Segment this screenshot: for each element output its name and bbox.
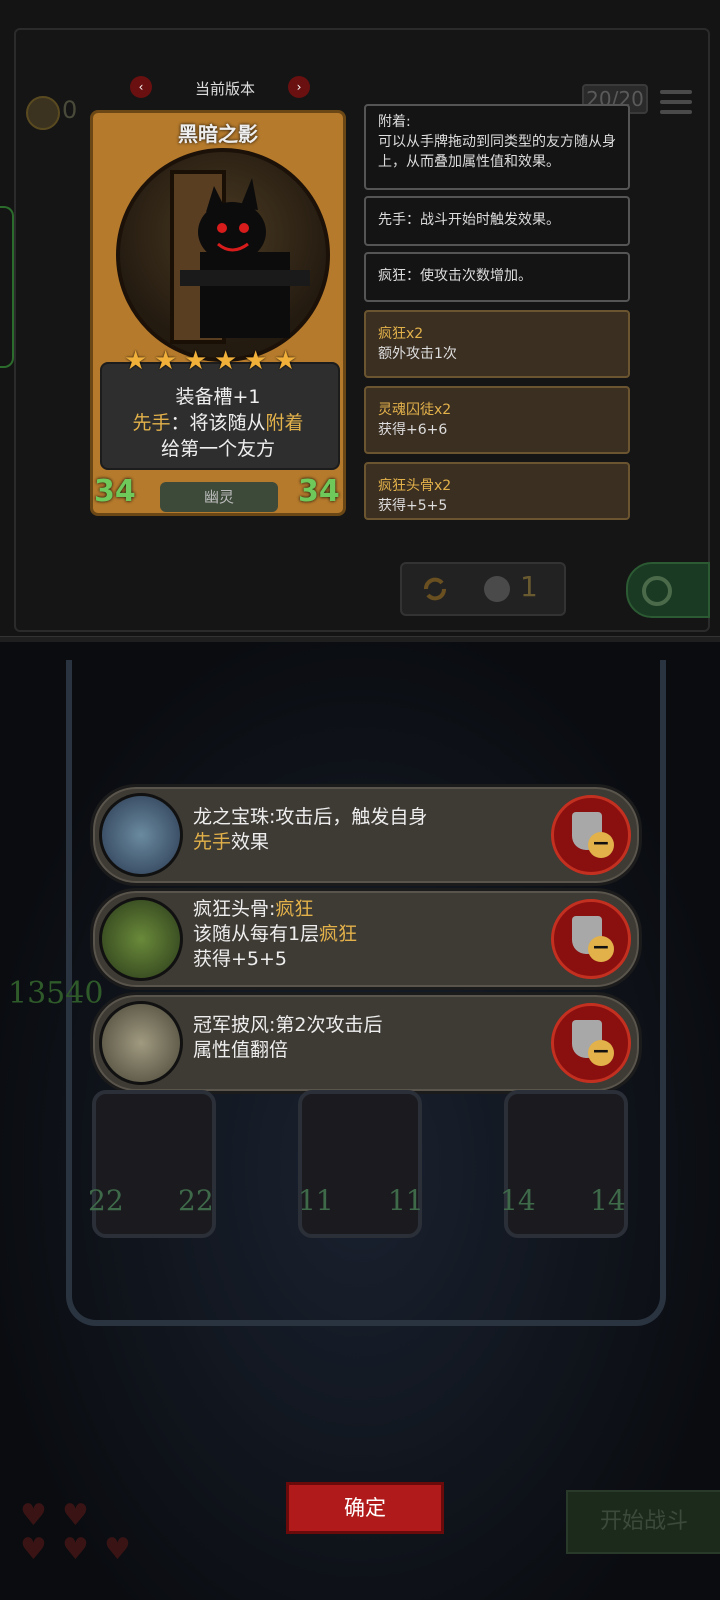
refresh-icon	[424, 577, 446, 601]
powerup-text: 疯狂头骨:疯狂 该随从每有1层疯狂 获得+5+5	[193, 897, 357, 972]
reroll-cost: 1	[520, 570, 538, 603]
info-box-first-strike: 先手：战斗开始时触发效果。	[364, 196, 630, 246]
frenzy-skull-icon	[99, 897, 183, 981]
powerup-line: 冠军披风:第2次攻击后	[193, 1014, 383, 1036]
info-body: 疯狂：使攻击次数增加。	[378, 268, 532, 284]
start-battle-button[interactable]: 开始战斗	[566, 1490, 720, 1554]
reroll-button[interactable]	[400, 562, 566, 616]
card-tribe: 幽灵	[160, 482, 278, 512]
powerup-line: 获得+5+5	[193, 948, 288, 970]
unit-attack: 22	[88, 1184, 124, 1217]
version-title: 当前版本	[194, 80, 255, 98]
keyword-attach: 附着	[265, 412, 304, 434]
search-icon	[642, 576, 672, 606]
heart-icon: ♥	[20, 1532, 47, 1567]
powerup-frenzy-skull[interactable]: 疯狂头骨:疯狂 该随从每有1层疯狂 获得+5+5 −	[90, 888, 642, 990]
buff-body: 获得+6+6	[378, 422, 448, 438]
unit-health: 14	[590, 1184, 626, 1217]
shadow-creature-icon	[170, 170, 310, 344]
remove-button[interactable]: −	[551, 795, 631, 875]
dragon-orb-icon	[99, 793, 183, 877]
heart-icon: ♥	[62, 1532, 89, 1567]
search-button[interactable]	[626, 562, 710, 618]
remove-button[interactable]: −	[551, 1003, 631, 1083]
coin-icon	[484, 576, 510, 602]
card-health: 34	[298, 474, 340, 509]
powerup-line: 龙之宝珠:攻击后，触发自身	[193, 806, 428, 828]
keyword-first-strike: 先手	[132, 412, 171, 434]
next-version-button[interactable]: ›	[288, 76, 310, 98]
coin-icon	[26, 96, 60, 130]
keyword-frenzy: 疯狂	[319, 923, 358, 945]
buff-body: 额外攻击1次	[378, 346, 457, 362]
side-tab[interactable]	[0, 206, 14, 368]
buff-frenzy-skull: 疯狂头骨x2 获得+5+5	[364, 462, 630, 520]
card-description: 装备槽+1 先手：将该随从附着 给第一个友方	[100, 384, 336, 462]
buff-frenzy: 疯狂x2 额外攻击1次	[364, 310, 630, 378]
star-rating: ★ ★ ★ ★ ★ ★	[124, 346, 314, 376]
star-icon: ★	[274, 346, 298, 376]
heart-icon: ♥	[20, 1498, 47, 1533]
powerup-line: 该随从每有1层	[193, 923, 320, 945]
card-desc-line: 给第一个友方	[160, 438, 275, 460]
prev-version-button[interactable]: ‹	[130, 76, 152, 98]
keyword-frenzy: 疯狂	[275, 898, 314, 920]
remove-button[interactable]: −	[551, 899, 631, 979]
star-icon: ★	[184, 346, 208, 376]
buff-title: 灵魂囚徒x2	[378, 402, 452, 418]
score-text: 13540	[8, 976, 104, 1011]
minus-icon: −	[588, 1040, 614, 1066]
info-body: 可以从手牌拖动到同类型的友方随从身上，从而叠加属性值和效果。	[378, 134, 616, 170]
buff-title: 疯狂头骨x2	[378, 478, 452, 494]
powerup-line: 属性值翻倍	[193, 1039, 289, 1061]
info-box-frenzy: 疯狂：使攻击次数增加。	[364, 252, 630, 302]
info-body: 先手：战斗开始时触发效果。	[378, 212, 560, 228]
heart-icon: ♥	[62, 1498, 89, 1533]
minus-icon: −	[588, 936, 614, 962]
powerup-line: 疯狂头骨:	[193, 898, 276, 920]
keyword-first-strike: 先手	[193, 831, 232, 853]
card-desc-text: ：将该随从	[170, 412, 266, 434]
coin-count: 0	[62, 96, 78, 124]
unit-attack: 14	[500, 1184, 536, 1217]
card-desc-line: 装备槽+1	[175, 386, 261, 408]
card-attack: 34	[94, 474, 136, 509]
info-title: 附着:	[378, 114, 411, 130]
card-name: 黑暗之影	[178, 122, 258, 146]
unit-health: 11	[388, 1184, 424, 1217]
powerup-line: 效果	[231, 831, 270, 853]
buff-title: 疯狂x2	[378, 326, 424, 342]
star-icon: ★	[154, 346, 178, 376]
buff-body: 获得+5+5	[378, 498, 448, 514]
star-icon: ★	[214, 346, 238, 376]
heart-icon: ♥	[104, 1532, 131, 1567]
powerup-dragon-orb[interactable]: 龙之宝珠:攻击后，触发自身 先手效果 −	[90, 784, 642, 886]
unit-attack: 11	[298, 1184, 334, 1217]
powerup-champion-cloak[interactable]: 冠军披风:第2次攻击后 属性值翻倍 −	[90, 992, 642, 1094]
unit-health: 22	[178, 1184, 214, 1217]
star-icon: ★	[124, 346, 148, 376]
buff-soul-prisoner: 灵魂囚徒x2 获得+6+6	[364, 386, 630, 454]
menu-icon[interactable]	[660, 90, 692, 116]
champion-cloak-icon	[99, 1001, 183, 1085]
minus-icon: −	[588, 832, 614, 858]
powerup-text: 龙之宝珠:攻击后，触发自身 先手效果	[193, 805, 427, 855]
confirm-button[interactable]: 确定	[286, 1482, 444, 1534]
card-desc-line: 先手：将该随从附着	[100, 410, 336, 436]
star-icon: ★	[244, 346, 268, 376]
powerup-text: 冠军披风:第2次攻击后 属性值翻倍	[193, 1013, 383, 1063]
card-portrait	[116, 148, 330, 362]
info-box-attach: 附着: 可以从手牌拖动到同类型的友方随从身上，从而叠加属性值和效果。	[364, 104, 630, 190]
